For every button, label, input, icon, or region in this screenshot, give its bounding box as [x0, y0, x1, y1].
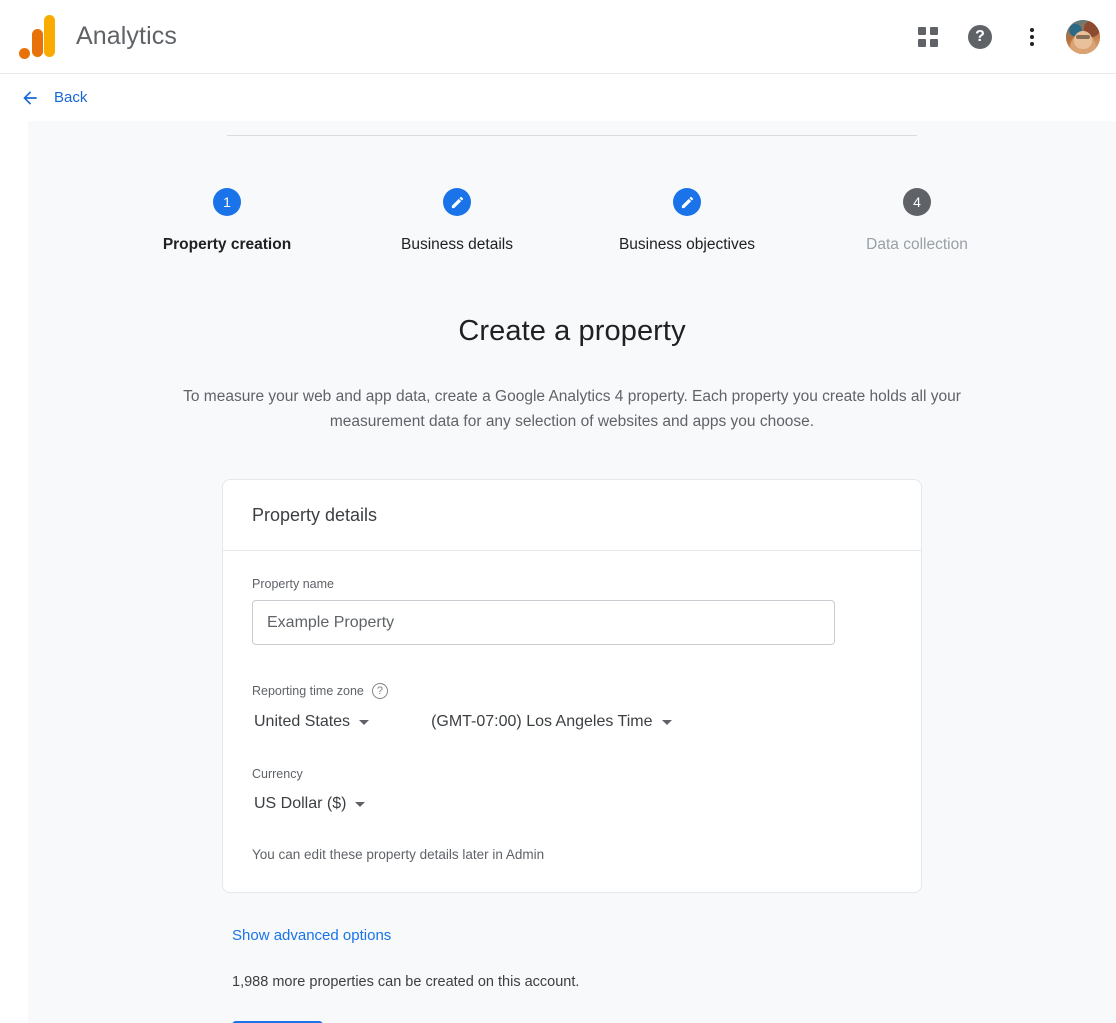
step-connector-2: [457, 135, 687, 136]
page-content: 1 Property creation Business details Bus: [28, 121, 1116, 1023]
currency-value: US Dollar ($): [254, 795, 347, 812]
chevron-down-icon: [661, 719, 672, 725]
more-vertical-icon: [1022, 27, 1042, 47]
step-label-2: Business details: [400, 236, 513, 253]
apps-grid-icon: [918, 26, 938, 47]
step-marker-3[interactable]: [673, 188, 701, 216]
apps-grid-button[interactable]: [906, 15, 950, 59]
property-details-card: Property details Property name Reporting…: [222, 479, 922, 893]
google-analytics-logo-icon: [18, 14, 58, 59]
step-marker-1[interactable]: 1: [213, 188, 241, 216]
currency-label: Currency: [252, 767, 303, 781]
step-marker-2[interactable]: [443, 188, 471, 216]
property-name-label: Property name: [252, 577, 334, 591]
card-body: Property name Reporting time zone ? Unit…: [223, 551, 921, 892]
chevron-down-icon: [359, 719, 370, 725]
page-subtitle: To measure your web and app data, create…: [183, 388, 961, 430]
step-business-objectives[interactable]: Business objectives: [572, 188, 802, 254]
help-outline-icon[interactable]: ?: [371, 683, 388, 699]
time-zone-selects: United States (GMT-07:00) Los Angeles Ti…: [252, 709, 892, 735]
step-marker-4[interactable]: 4: [903, 188, 931, 216]
chevron-down-icon: [355, 801, 366, 807]
back-label: Back: [54, 89, 88, 106]
time-zone-zone-value: (GMT-07:00) Los Angeles Time: [431, 713, 653, 730]
time-zone-label-row: Reporting time zone ?: [252, 683, 892, 699]
page-body: 1 Property creation Business details Bus: [0, 121, 1116, 1023]
property-name-input[interactable]: [252, 600, 835, 645]
left-rail: [0, 121, 28, 1023]
time-zone-country-select[interactable]: United States: [252, 709, 371, 735]
header-actions: ?: [906, 15, 1100, 59]
avatar[interactable]: [1066, 19, 1100, 54]
card-footer-area: Show advanced options 1,988 more propert…: [222, 893, 922, 1023]
step-label-3: Business objectives: [618, 236, 756, 253]
time-zone-country-value: United States: [254, 713, 351, 730]
step-label-1: Property creation: [162, 236, 292, 253]
more-options-button[interactable]: [1010, 15, 1054, 59]
brand-title: Analytics: [76, 22, 177, 50]
card-header: Property details: [223, 480, 921, 551]
stepper: 1 Property creation Business details Bus: [112, 121, 1032, 254]
time-zone-label: Reporting time zone: [252, 684, 364, 698]
step-business-details[interactable]: Business details: [342, 188, 572, 254]
edit-later-note: You can edit these property details late…: [252, 847, 545, 862]
app-header: Analytics ?: [0, 0, 1116, 74]
edit-pencil-icon: [681, 196, 693, 208]
arrow-left-icon: [23, 90, 37, 105]
time-zone-zone-select[interactable]: (GMT-07:00) Los Angeles Time: [429, 709, 673, 735]
back-bar: Back: [0, 74, 1116, 121]
brand: Analytics: [16, 14, 177, 59]
back-button[interactable]: Back: [14, 84, 93, 112]
step-connector-1: [227, 135, 457, 136]
step-connector-3: [687, 135, 917, 136]
step-label-4: Data collection: [866, 236, 968, 253]
help-button[interactable]: ?: [958, 15, 1002, 59]
currency-select[interactable]: US Dollar ($): [252, 791, 367, 817]
show-advanced-options-link[interactable]: Show advanced options: [232, 927, 391, 944]
step-data-collection[interactable]: 4 Data collection: [802, 188, 1032, 254]
page-title: Create a property: [458, 315, 686, 347]
property-quota-text: 1,988 more properties can be created on …: [232, 974, 580, 990]
help-filled-icon: ?: [968, 24, 992, 49]
card-title: Property details: [252, 505, 378, 525]
edit-pencil-icon: [451, 196, 463, 208]
step-property-creation[interactable]: 1 Property creation: [112, 188, 342, 254]
